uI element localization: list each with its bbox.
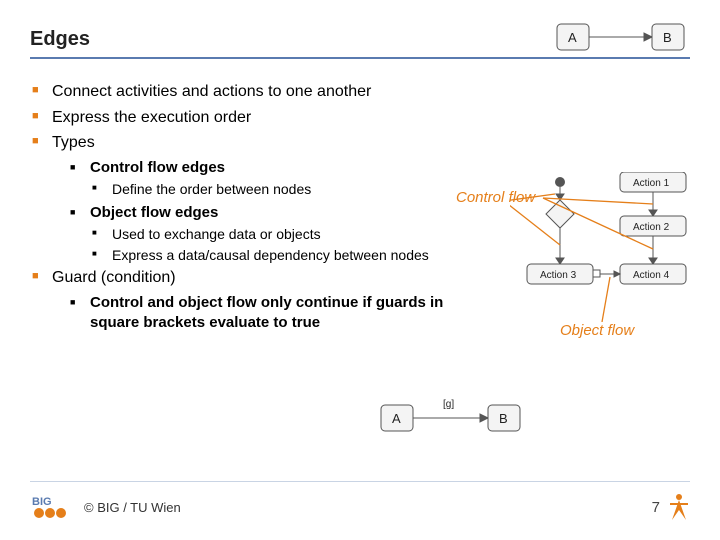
action1-text: Action 1 xyxy=(633,178,670,189)
slide: Edges A B Connect activities and actions… xyxy=(0,0,720,540)
box-b-text: B xyxy=(663,30,672,45)
bullet: Connect activities and actions to one an… xyxy=(30,81,690,103)
guard-b-text: B xyxy=(499,411,508,426)
figure-actions: Action 1 Action 2 Action 3 Action 4 xyxy=(510,172,710,322)
figure-guard: A [g] B xyxy=(380,395,540,437)
box-a-text: A xyxy=(568,30,577,45)
footer-divider xyxy=(30,481,690,482)
action3-text: Action 3 xyxy=(540,270,577,281)
bullet: Control and object flow only continue if… xyxy=(68,293,448,334)
guard-a-text: A xyxy=(392,411,401,426)
bullet: Types xyxy=(30,132,690,154)
svg-text:BIG: BIG xyxy=(32,496,52,508)
bullet: Express the execution order xyxy=(30,107,690,129)
logo-big-icon: BIG xyxy=(30,493,74,521)
footer: BIG © BIG / TU Wien 7 xyxy=(30,492,690,522)
footer-copyright: © BIG / TU Wien xyxy=(84,500,181,515)
figure-a-b: A B xyxy=(556,20,696,56)
logo-person-icon xyxy=(668,492,690,522)
label-object-flow: Object flow xyxy=(560,322,634,339)
action4-text: Action 4 xyxy=(633,270,670,281)
action2-text: Action 2 xyxy=(633,222,670,233)
guard-text: [g] xyxy=(443,399,454,410)
page-number: 7 xyxy=(652,499,660,516)
